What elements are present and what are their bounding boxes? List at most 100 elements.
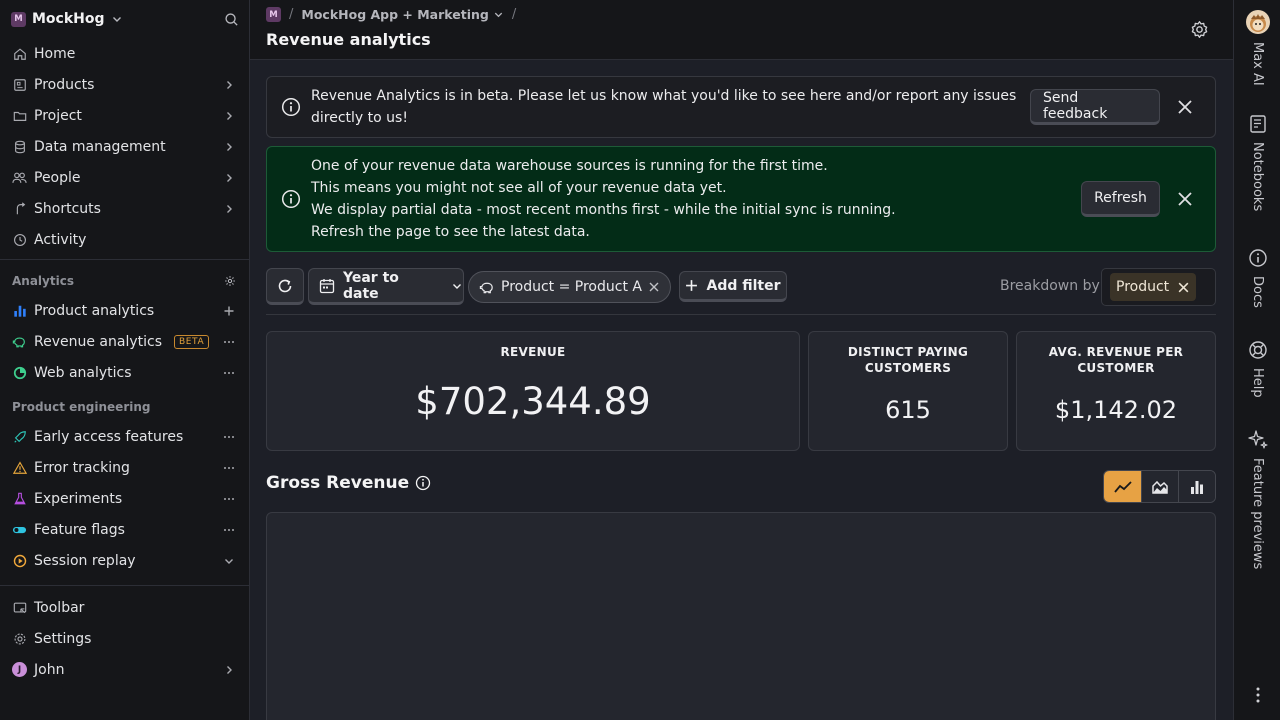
sidebar-item-revenue-analytics[interactable]: Revenue analytics BETA — [0, 326, 249, 357]
left-sidebar: M MockHog Home Products Project Data man… — [0, 0, 250, 720]
kpi-title: AVG. REVENUE PER CUSTOMER — [1048, 345, 1184, 375]
play-circle-icon — [12, 553, 27, 568]
gross-revenue-chart — [266, 512, 1216, 720]
banner-line: This means you might not see all of your… — [311, 180, 727, 196]
rail-label: Docs — [1250, 276, 1265, 308]
sidebar-item-product-analytics[interactable]: Product analytics — [0, 295, 249, 326]
toolbar-icon — [12, 600, 27, 615]
rail-item-feature-previews[interactable]: Feature previews — [1234, 428, 1280, 569]
add-filter-button[interactable]: Add filter — [679, 271, 787, 302]
sidebar-item-label: Activity — [34, 231, 87, 248]
breakdown-selector[interactable]: Product — [1101, 268, 1216, 306]
sidebar-item-user[interactable]: J John — [0, 654, 249, 685]
sidebar-item-people[interactable]: People — [0, 162, 249, 193]
org-badge: M — [11, 11, 26, 27]
more-icon[interactable] — [223, 367, 235, 379]
banner-line: We display partial data - most recent mo… — [311, 202, 896, 218]
sidebar-item-home[interactable]: Home — [0, 38, 249, 69]
sidebar-item-products[interactable]: Products — [0, 69, 249, 100]
org-switcher[interactable]: M MockHog — [11, 11, 123, 27]
sidebar-item-label: Data management — [34, 138, 166, 155]
sidebar-item-label: Home — [34, 45, 76, 62]
close-icon[interactable] — [648, 281, 660, 293]
more-icon[interactable] — [223, 336, 235, 348]
area-chart-icon — [1152, 480, 1168, 494]
sidebar-item-error-tracking[interactable]: Error tracking — [0, 452, 249, 483]
avatar: J — [12, 662, 27, 677]
close-icon[interactable] — [1177, 281, 1190, 294]
kpi-row: REVENUE $702,344.89 DISTINCT PAYING CUST… — [266, 331, 1216, 451]
kpi-card-distinct-customers: DISTINCT PAYING CUSTOMERS 615 — [808, 331, 1008, 451]
date-range-picker[interactable]: Year to date — [308, 268, 464, 305]
kpi-title: DISTINCT PAYING CUSTOMERS — [847, 345, 969, 375]
info-icon[interactable] — [415, 475, 431, 491]
sidebar-item-label: Products — [34, 76, 95, 93]
settings-button[interactable] — [1190, 20, 1209, 39]
rail-item-docs[interactable]: Docs — [1234, 248, 1280, 308]
lifebuoy-icon — [1248, 340, 1268, 360]
sidebar-item-project[interactable]: Project — [0, 100, 249, 131]
line-chart-icon — [1113, 480, 1132, 494]
breakdown-value: Product — [1116, 279, 1170, 295]
sidebar-item-toolbar[interactable]: Toolbar — [0, 592, 249, 623]
more-vertical-icon — [1255, 686, 1261, 704]
gear-icon[interactable] — [224, 275, 236, 287]
sidebar-item-settings[interactable]: Settings — [0, 623, 249, 654]
send-feedback-button[interactable]: Send feedback — [1030, 89, 1160, 125]
sidebar-item-early-access[interactable]: Early access features — [0, 421, 249, 452]
right-side-panel: Max AI Notebooks Docs Help Feature previ… — [1233, 0, 1280, 720]
clock-icon — [12, 232, 27, 247]
sidebar-item-activity[interactable]: Activity — [0, 224, 249, 255]
close-icon[interactable] — [1176, 98, 1194, 116]
project-badge: M — [266, 7, 281, 22]
refresh-button[interactable]: Refresh — [1081, 181, 1160, 217]
sidebar-item-web-analytics[interactable]: Web analytics — [0, 357, 249, 388]
banner-line: directly to us! — [311, 110, 408, 126]
project-name: MockHog App + Marketing — [301, 7, 489, 22]
more-options-button[interactable] — [1234, 686, 1280, 704]
info-icon — [281, 189, 301, 209]
engineering-section-header: Product engineering — [0, 392, 249, 421]
kpi-value: 615 — [885, 396, 931, 424]
chevron-right-icon — [223, 110, 235, 122]
rail-item-help[interactable]: Help — [1234, 340, 1280, 398]
area-chart-button[interactable] — [1141, 471, 1178, 502]
chevron-right-icon — [223, 172, 235, 184]
calendar-icon — [319, 278, 335, 294]
sidebar-item-experiments[interactable]: Experiments — [0, 483, 249, 514]
sync-banner-text: One of your revenue data warehouse sourc… — [311, 155, 896, 243]
more-icon[interactable] — [223, 431, 235, 443]
more-icon[interactable] — [223, 462, 235, 474]
sidebar-item-session-replay[interactable]: Session replay — [0, 545, 249, 576]
product-filter-chip[interactable]: Product = Product A — [468, 271, 671, 303]
rail-label: Feature previews — [1250, 458, 1265, 570]
more-icon[interactable] — [223, 493, 235, 505]
banner-line: One of your revenue data warehouse sourc… — [311, 158, 828, 174]
reload-button[interactable] — [266, 268, 304, 305]
filter-chip-label: Product = Product A — [501, 279, 642, 295]
warning-icon — [12, 460, 27, 475]
toggle-icon — [12, 522, 27, 537]
notebook-icon — [1248, 114, 1268, 134]
rail-item-max-ai[interactable]: Max AI — [1234, 10, 1280, 86]
sidebar-item-label: Early access features — [34, 428, 184, 445]
breakdown-tag[interactable]: Product — [1110, 273, 1197, 301]
products-icon — [12, 77, 27, 92]
search-icon[interactable] — [224, 12, 239, 27]
chevron-down-icon[interactable] — [223, 555, 235, 567]
sidebar-item-shortcuts[interactable]: Shortcuts — [0, 193, 249, 224]
sidebar-header: M MockHog — [0, 0, 249, 38]
line-chart-button[interactable] — [1104, 471, 1141, 502]
bar-chart-button[interactable] — [1178, 471, 1215, 502]
close-icon[interactable] — [1176, 190, 1194, 208]
sidebar-item-label: Revenue analytics — [34, 333, 162, 350]
project-switcher[interactable]: MockHog App + Marketing — [301, 7, 503, 22]
sidebar-divider — [0, 259, 249, 260]
more-icon[interactable] — [223, 524, 235, 536]
sidebar-item-data-management[interactable]: Data management — [0, 131, 249, 162]
plus-icon[interactable] — [223, 305, 235, 317]
kpi-value: $702,344.89 — [415, 380, 651, 423]
rail-item-notebooks[interactable]: Notebooks — [1234, 114, 1280, 211]
sidebar-item-feature-flags[interactable]: Feature flags — [0, 514, 249, 545]
sidebar-item-label: Settings — [34, 630, 92, 647]
